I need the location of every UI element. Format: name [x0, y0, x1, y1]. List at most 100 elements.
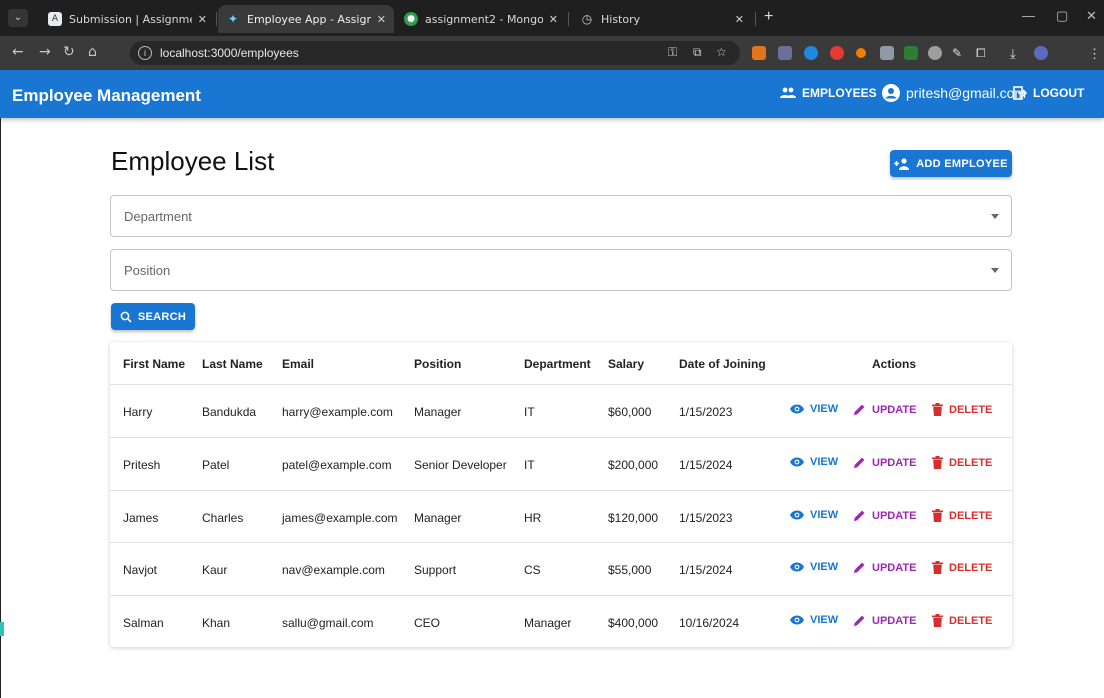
extension-icon[interactable] — [880, 46, 894, 60]
maximize-icon[interactable]: ▢ — [1056, 8, 1068, 24]
delete-button[interactable]: DELETE — [932, 403, 992, 416]
tab-mongo-express[interactable]: ● assignment2 - Mongo Express ✕ — [396, 5, 566, 33]
cell-date-of-joining: 10/16/2024 — [679, 616, 740, 630]
add-employee-button[interactable]: ADD EMPLOYEE — [890, 150, 1012, 177]
header-last-name: Last Name — [202, 357, 263, 371]
update-label: UPDATE — [872, 456, 917, 469]
metamask-extension-icon[interactable] — [752, 46, 766, 60]
search-button[interactable]: SEARCH — [111, 303, 195, 330]
update-button[interactable]: UPDATE — [853, 561, 916, 574]
extension-icon[interactable] — [778, 46, 792, 60]
tab-title: assignment2 - Mongo Express — [425, 12, 543, 26]
tab-employee-app[interactable]: ✦ Employee App - Assignment 2 ✕ — [218, 5, 394, 33]
dropdown-arrow-icon — [991, 268, 999, 273]
user-email: pritesh@gmail.com — [906, 85, 1027, 101]
extension-icon[interactable] — [830, 46, 844, 60]
delete-label: DELETE — [949, 509, 993, 522]
view-label: VIEW — [810, 456, 839, 468]
view-button[interactable]: VIEW — [790, 403, 838, 415]
browser-toolbar: ← → ↻ ⌂ i localhost:3000/employees ⚿ ⧉ ☆… — [0, 36, 1104, 70]
cell-department: CS — [524, 563, 541, 577]
delete-button[interactable]: DELETE — [932, 561, 992, 574]
delete-label: DELETE — [949, 456, 993, 469]
update-label: UPDATE — [872, 614, 917, 627]
update-button[interactable]: UPDATE — [853, 456, 916, 469]
cell-salary: $120,000 — [608, 511, 659, 525]
cell-position: Manager — [414, 405, 462, 419]
extension-icon[interactable] — [856, 48, 866, 58]
app-bar: Employee Management EMPLOYEES pritesh@gm… — [0, 70, 1104, 118]
extension-icon[interactable] — [804, 46, 818, 60]
account-circle-icon — [882, 84, 900, 102]
home-icon[interactable]: ⌂ — [88, 44, 97, 60]
update-button[interactable]: UPDATE — [853, 509, 916, 522]
view-button[interactable]: VIEW — [790, 614, 838, 626]
department-select[interactable]: Department — [110, 195, 1012, 237]
view-button[interactable]: VIEW — [790, 561, 838, 573]
pencil-icon — [854, 457, 865, 468]
cell-first-name: Harry — [123, 405, 153, 419]
password-key-icon[interactable]: ⚿ — [668, 45, 677, 60]
tab-divider — [216, 12, 217, 26]
cell-department: Manager — [524, 616, 572, 630]
extension-icon[interactable] — [904, 46, 918, 60]
bookmark-star-icon[interactable]: ☆ — [716, 45, 727, 59]
tab-search-chevron-icon[interactable]: ⌄ — [8, 9, 28, 27]
cell-position: Manager — [414, 511, 462, 525]
tab-title: History — [601, 12, 641, 26]
cell-last-name: Khan — [202, 616, 231, 630]
cell-last-name: Bandukda — [202, 405, 257, 419]
position-select[interactable]: Position — [110, 249, 1012, 291]
app-brand[interactable]: Employee Management — [12, 86, 201, 106]
tab-history[interactable]: ◷ History ✕ — [572, 5, 752, 33]
site-info-icon[interactable]: i — [138, 46, 152, 60]
new-tab-icon[interactable]: + — [764, 8, 773, 26]
nav-employees-label: EMPLOYEES — [802, 86, 877, 100]
eyedropper-icon[interactable]: ✎ — [952, 46, 966, 60]
close-window-icon[interactable]: ✕ — [1086, 8, 1097, 24]
update-button[interactable]: UPDATE — [853, 403, 916, 416]
forward-icon[interactable]: → — [39, 44, 51, 60]
eye-icon — [790, 404, 804, 414]
trash-icon — [932, 456, 943, 469]
view-button[interactable]: VIEW — [790, 509, 838, 521]
delete-label: DELETE — [949, 561, 993, 574]
logout-button[interactable]: LOGOUT — [1013, 86, 1084, 100]
close-icon[interactable]: ✕ — [198, 13, 207, 26]
delete-button[interactable]: DELETE — [932, 614, 992, 627]
profile-avatar[interactable] — [1034, 46, 1048, 60]
minimize-icon[interactable]: — — [1022, 8, 1035, 23]
cell-date-of-joining: 1/15/2024 — [679, 563, 733, 577]
nav-employees-button[interactable]: EMPLOYEES — [780, 86, 877, 100]
download-icon[interactable]: ⤓ — [1010, 46, 1024, 61]
delete-button[interactable]: DELETE — [932, 509, 992, 522]
close-icon[interactable]: ✕ — [549, 13, 558, 26]
table-row: Salman Khan sallu@gmail.com CEO Manager $400,… — [110, 596, 1012, 647]
view-label: VIEW — [810, 509, 839, 521]
close-icon[interactable]: ✕ — [377, 13, 386, 26]
cell-email: harry@example.com — [282, 405, 393, 419]
logout-label: LOGOUT — [1033, 86, 1085, 100]
cell-first-name: Navjot — [123, 563, 158, 577]
tab-divider — [568, 12, 569, 26]
more-menu-icon[interactable]: ⋮ — [1088, 46, 1102, 61]
update-button[interactable]: UPDATE — [853, 614, 916, 627]
back-icon[interactable]: ← — [12, 44, 24, 60]
install-app-icon[interactable]: ⧉ — [693, 45, 702, 60]
tab-submission[interactable]: A Submission | Assignment 2 ✕ — [40, 5, 215, 33]
eye-icon — [790, 457, 804, 467]
cell-first-name: Salman — [123, 616, 164, 630]
user-account[interactable]: pritesh@gmail.com — [882, 84, 1026, 102]
header-department: Department — [524, 357, 591, 371]
eye-icon — [790, 510, 804, 520]
delete-button[interactable]: DELETE — [932, 456, 992, 469]
table-header-row: First Name Last Name Email Position Depa… — [110, 342, 1012, 385]
tab-title: Employee App - Assignment 2 — [247, 12, 371, 26]
extensions-puzzle-icon[interactable]: ⧠ — [976, 46, 990, 60]
address-bar[interactable]: i localhost:3000/employees ⚿ ⧉ ☆ — [130, 41, 740, 65]
trash-icon — [932, 561, 943, 574]
view-button[interactable]: VIEW — [790, 456, 838, 468]
reload-icon[interactable]: ↻ — [63, 44, 75, 60]
close-icon[interactable]: ✕ — [735, 13, 744, 26]
camera-extension-icon[interactable] — [928, 46, 942, 60]
